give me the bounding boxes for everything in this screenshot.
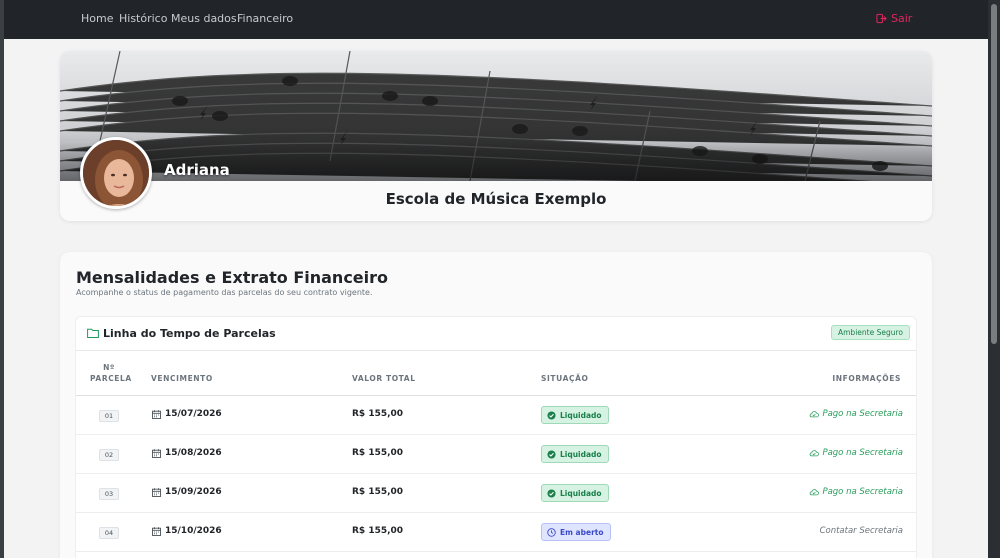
status-badge: Liquidado bbox=[541, 406, 609, 424]
logout-button[interactable]: Sair bbox=[876, 12, 912, 25]
nav-financeiro[interactable]: Financeiro bbox=[237, 12, 293, 25]
status-label: Em aberto bbox=[560, 527, 604, 537]
payment-info: Pago na Secretaria bbox=[809, 487, 903, 497]
status-label: Liquidado bbox=[560, 410, 602, 420]
payment-info: Pago na Secretaria bbox=[809, 448, 903, 458]
table-row: 03 15/09/2026 R$ 155,00 Liquidado Pago na Se… bbox=[76, 474, 916, 513]
table-row: 04 15/10/2026 R$ 155,00 Em aberto Contatar S… bbox=[76, 513, 916, 552]
due-date: 15/10/2026 bbox=[165, 526, 222, 536]
scrollbar-thumb[interactable] bbox=[991, 4, 997, 344]
nav-home[interactable]: Home bbox=[81, 12, 113, 25]
user-name: Adriana bbox=[164, 161, 230, 179]
nav-historico[interactable]: Histórico bbox=[119, 12, 167, 25]
school-name: Escola de Música Exemplo bbox=[385, 190, 607, 208]
cloud-check-icon bbox=[810, 411, 820, 418]
cloud-check-icon bbox=[810, 489, 820, 496]
profile-card: Adriana Escola de Música Exemplo bbox=[60, 51, 932, 221]
logout-icon bbox=[876, 13, 887, 24]
installment-number: 03 bbox=[99, 488, 119, 500]
status-badge: Liquidado bbox=[541, 445, 609, 463]
payment-info-label: Pago na Secretaria bbox=[822, 409, 903, 419]
column-header-valor: VALOR TOTAL bbox=[352, 374, 416, 383]
installment-number: 02 bbox=[99, 449, 119, 461]
due-date: 15/07/2026 bbox=[165, 409, 222, 419]
status-label: Liquidado bbox=[560, 488, 602, 498]
total-amount: R$ 155,00 bbox=[352, 487, 404, 497]
total-amount: R$ 155,00 bbox=[352, 409, 404, 419]
calendar-icon bbox=[152, 527, 161, 536]
top-navbar: Home Histórico Meus dados Financeiro Sai… bbox=[4, 0, 988, 39]
total-amount: R$ 155,00 bbox=[352, 448, 404, 458]
status-badge: Em aberto bbox=[541, 523, 611, 541]
due-date: 15/09/2026 bbox=[165, 487, 222, 497]
payment-info: Pago na Secretaria bbox=[809, 409, 903, 419]
column-header-informacoes: INFORMAÇÕES bbox=[832, 374, 901, 383]
clock-icon bbox=[547, 527, 556, 537]
status-badge: Liquidado bbox=[541, 484, 609, 502]
calendar-icon bbox=[152, 488, 161, 497]
secure-badge: Ambiente Seguro bbox=[831, 325, 910, 340]
column-header-parcela-top: Nº bbox=[103, 363, 115, 372]
column-header-parcela-bottom: PARCELA bbox=[90, 374, 132, 383]
check-circle-icon bbox=[547, 449, 556, 459]
check-circle-icon bbox=[547, 488, 556, 498]
nav-meus-dados[interactable]: Meus dados bbox=[171, 12, 237, 25]
table-row: 02 15/08/2026 R$ 155,00 Liquidado Pago na Se… bbox=[76, 435, 916, 474]
calendar-icon bbox=[152, 449, 161, 458]
payment-info-label: Pago na Secretaria bbox=[822, 487, 903, 497]
table-header-bar: Linha do Tempo de Parcelas Ambiente Segu… bbox=[76, 317, 916, 351]
total-amount: R$ 155,00 bbox=[352, 526, 404, 536]
folder-icon bbox=[87, 328, 99, 338]
check-circle-icon bbox=[547, 410, 556, 420]
column-header-vencimento: VENCIMENTO bbox=[151, 374, 213, 383]
page: Home Histórico Meus dados Financeiro Sai… bbox=[4, 0, 988, 558]
installment-number: 01 bbox=[99, 410, 119, 422]
finance-card: Mensalidades e Extrato Financeiro Acompa… bbox=[60, 252, 932, 558]
payment-info-label: Contatar Secretaria bbox=[819, 526, 903, 536]
finance-subtitle: Acompanhe o status de pagamento das parc… bbox=[76, 288, 373, 297]
finance-title: Mensalidades e Extrato Financeiro bbox=[76, 268, 389, 287]
column-header-parcela: Nº PARCELA bbox=[90, 362, 132, 384]
logout-label: Sair bbox=[891, 12, 913, 25]
calendar-icon bbox=[152, 410, 161, 419]
installments-table: Linha do Tempo de Parcelas Ambiente Segu… bbox=[75, 316, 917, 558]
cloud-check-icon bbox=[810, 450, 820, 457]
payment-info: Contatar Secretaria bbox=[820, 526, 903, 536]
installment-number: 04 bbox=[99, 527, 119, 539]
column-header-situacao: SITUAÇÃO bbox=[541, 374, 589, 383]
table-row: 01 15/07/2026 R$ 155,00 Liquidado Pago na Se… bbox=[76, 396, 916, 435]
timeline-title: Linha do Tempo de Parcelas bbox=[103, 327, 276, 340]
payment-info-label: Pago na Secretaria bbox=[822, 448, 903, 458]
due-date: 15/08/2026 bbox=[165, 448, 222, 458]
status-label: Liquidado bbox=[560, 449, 602, 459]
